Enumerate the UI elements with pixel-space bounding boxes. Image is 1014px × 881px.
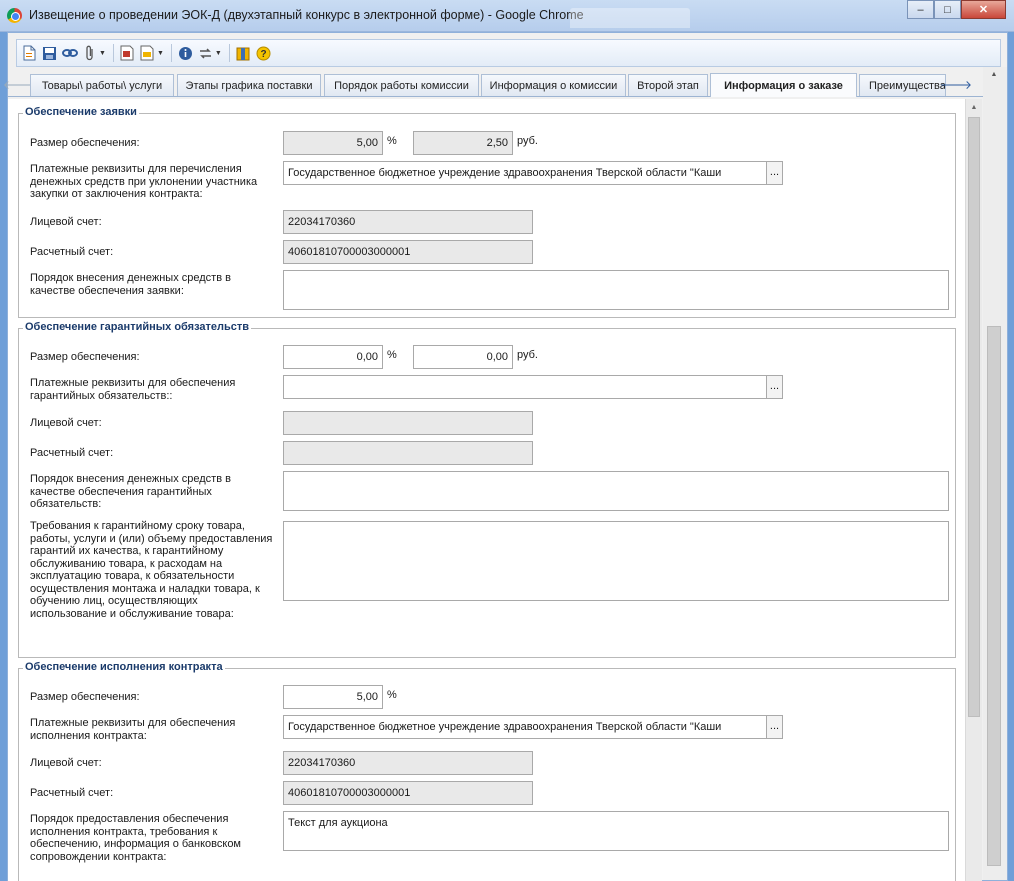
requisites-label: Платежные реквизиты для перечисления ден… <box>30 163 258 200</box>
settlement-label: Расчетный счет: <box>30 787 114 799</box>
order-label: Порядок внесения денежных средств в каче… <box>30 473 231 510</box>
contract-account-field[interactable]: 22034170360 <box>283 751 533 775</box>
tab-advantages[interactable]: Преимущества <box>859 74 946 96</box>
contract-order-textarea[interactable]: Текст для аукциона <box>283 811 949 851</box>
refresh-dropdown-icon[interactable]: ▼ <box>215 50 222 57</box>
tab-second-stage[interactable]: Второй этап <box>628 74 708 96</box>
size-label: Размер обеспечения: <box>30 351 140 363</box>
export-dropdown-icon[interactable]: ▼ <box>157 50 164 57</box>
scroll-thumb[interactable] <box>987 326 1001 866</box>
section-title: Обеспечение заявки <box>23 106 139 118</box>
tab-scroll-left-icon[interactable]: 🡐 <box>3 75 35 94</box>
toolbar-separator <box>228 44 230 62</box>
form-window: ▼ ▼ ▼ ? 🡐 Товары\ работы\ услуги Этапы г… <box>3 32 1008 881</box>
save-icon[interactable] <box>41 45 58 62</box>
percent-unit: % <box>387 689 397 701</box>
rub-unit: руб. <box>517 349 538 361</box>
percent-unit: % <box>387 135 397 147</box>
toolbar: ▼ ▼ ▼ ? <box>16 39 1001 67</box>
help-icon[interactable]: ? <box>255 45 272 62</box>
window-titlebar: Извещение о проведении ЭОК-Д (двухэтапны… <box>0 0 1014 32</box>
paperclip-icon[interactable] <box>81 45 98 62</box>
toolbar-separator <box>112 44 114 62</box>
window-controls: ‒ □ ✕ <box>907 0 1006 19</box>
tab-delivery-schedule[interactable]: Этапы графика поставки <box>177 74 321 96</box>
rub-unit: руб. <box>517 135 538 147</box>
info-icon[interactable] <box>177 45 194 62</box>
form-content: Обеспечение заявки Размер обеспечения: 5… <box>8 99 965 881</box>
bid-requisites-field[interactable]: Государственное бюджетное учреждение здр… <box>283 161 767 185</box>
chrome-icon <box>7 8 22 23</box>
bid-settlement-field[interactable]: 40601810700003000001 <box>283 240 533 264</box>
window-scrollbar[interactable]: ▲ <box>983 67 1007 880</box>
minimize-button[interactable]: ‒ <box>907 0 934 19</box>
warranty-order-textarea[interactable] <box>283 471 949 511</box>
account-label: Лицевой счет: <box>30 216 102 228</box>
scroll-thumb[interactable] <box>968 117 980 717</box>
bid-percent-field[interactable]: 5,00 <box>283 131 383 155</box>
section-title: Обеспечение гарантийных обязательств <box>23 321 252 333</box>
tab-goods-works-services[interactable]: Товары\ работы\ услуги <box>30 74 174 96</box>
tab-commission-procedure[interactable]: Порядок работы комиссии <box>324 74 479 96</box>
order-label: Порядок внесения денежных средств в каче… <box>30 272 231 297</box>
settlement-label: Расчетный счет: <box>30 246 114 258</box>
size-label: Размер обеспечения: <box>30 691 140 703</box>
archive-icon[interactable] <box>235 45 252 62</box>
link-icon[interactable] <box>61 45 78 62</box>
window-title: Извещение о проведении ЭОК-Д (двухэтапны… <box>29 8 584 22</box>
warranty-account-field[interactable] <box>283 411 533 435</box>
requisites-label: Платежные реквизиты для обеспечения испо… <box>30 717 236 742</box>
scroll-up-icon[interactable]: ▲ <box>966 99 982 115</box>
tab-scroll-right-icon[interactable]: 🡒 <box>940 75 972 94</box>
settlement-label: Расчетный счет: <box>30 447 114 459</box>
bid-order-textarea[interactable] <box>283 270 949 310</box>
toolbar-separator <box>170 44 172 62</box>
account-label: Лицевой счет: <box>30 417 102 429</box>
warranty-requirements-label: Требования к гарантийному сроку товара, … <box>30 520 273 620</box>
maximize-button[interactable]: □ <box>934 0 961 19</box>
refresh-icon[interactable] <box>197 45 214 62</box>
paperclip-dropdown-icon[interactable]: ▼ <box>99 50 106 57</box>
bid-rub-field[interactable]: 2,50 <box>413 131 513 155</box>
tab-strip: 🡐 Товары\ работы\ услуги Этапы графика п… <box>3 71 983 97</box>
svg-text:?: ? <box>260 49 266 60</box>
contract-percent-field[interactable]: 5,00 <box>283 685 383 709</box>
warranty-requisites-field[interactable] <box>283 375 767 399</box>
section-title: Обеспечение исполнения контракта <box>23 661 225 673</box>
scroll-up-icon[interactable]: ▲ <box>987 67 1001 81</box>
account-label: Лицевой счет: <box>30 757 102 769</box>
percent-unit: % <box>387 349 397 361</box>
tab-order-info[interactable]: Информация о заказе <box>710 73 857 97</box>
bid-requisites-select-button[interactable]: ... <box>766 161 783 185</box>
bid-account-field[interactable]: 22034170360 <box>283 210 533 234</box>
requisites-label: Платежные реквизиты для обеспечения гара… <box>30 377 236 402</box>
warranty-percent-field[interactable]: 0,00 <box>283 345 383 369</box>
contract-requisites-select-button[interactable]: ... <box>766 715 783 739</box>
background-tab <box>570 8 690 28</box>
warranty-rub-field[interactable]: 0,00 <box>413 345 513 369</box>
close-button[interactable]: ✕ <box>961 0 1006 19</box>
export-icon[interactable] <box>139 45 156 62</box>
new-doc-icon[interactable] <box>21 45 38 62</box>
warranty-requisites-select-button[interactable]: ... <box>766 375 783 399</box>
warranty-requirements-textarea[interactable] <box>283 521 949 601</box>
size-label: Размер обеспечения: <box>30 137 140 149</box>
report-icon[interactable] <box>119 45 136 62</box>
tab-commission-info[interactable]: Информация о комиссии <box>481 74 626 96</box>
contract-requisites-field[interactable]: Государственное бюджетное учреждение здр… <box>283 715 767 739</box>
order-label: Порядок предоставления обеспечения испол… <box>30 813 241 863</box>
contract-settlement-field[interactable]: 40601810700003000001 <box>283 781 533 805</box>
warranty-settlement-field[interactable] <box>283 441 533 465</box>
content-scrollbar[interactable]: ▲ <box>965 99 982 881</box>
